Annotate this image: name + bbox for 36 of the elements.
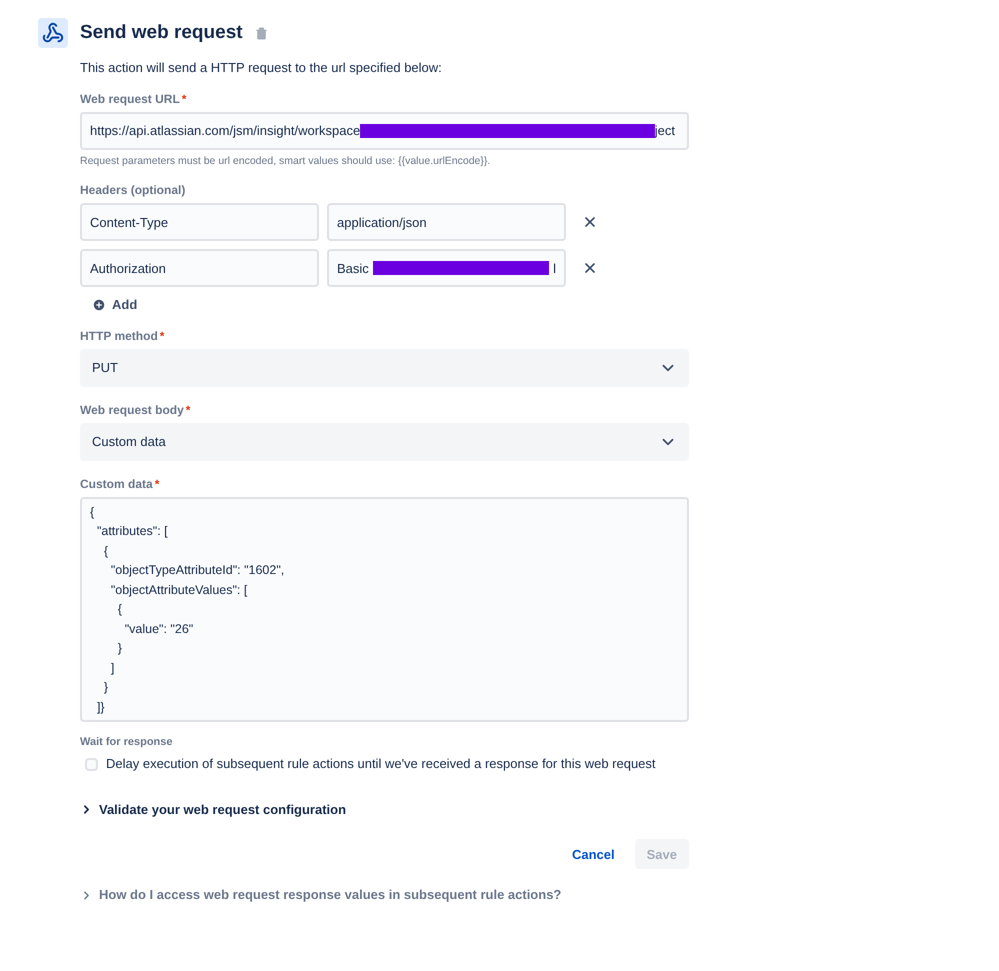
help-text: Request parameters must be url encoded, smart values should use: {{value.urlEncode}}.	[80, 154, 492, 168]
field-label: Headers (optional)	[80, 182, 186, 200]
header-value: Basic	[337, 260, 369, 278]
header-name-field[interactable]: Content-Type	[80, 203, 319, 242]
help-toggle[interactable]: How do I access web request response values in subsequent rule actions?	[80, 885, 562, 905]
checkbox-label: Delay execution of subsequent rule actions until we've received a response for this web request	[106, 755, 656, 774]
page-title: Send web request	[80, 20, 243, 45]
required-mark: *	[160, 328, 164, 345]
field-label: Wait for response	[80, 734, 174, 750]
header-value-field[interactable]: application/json	[327, 203, 566, 242]
header-value-field[interactable]: Basic l	[327, 249, 566, 288]
checkbox[interactable]	[85, 758, 98, 770]
header-value: l	[553, 260, 556, 278]
select-dropdown[interactable]: PUT	[80, 348, 689, 387]
code-textarea[interactable]: { "attributes": [ { "objectTypeAttributeId": "1602", "objectAttributeValues": [ { "value": "26" } ] } ]}	[80, 496, 689, 722]
field-label: Web request URL	[80, 90, 180, 108]
validate-toggle[interactable]: Validate your web request configuration	[80, 800, 346, 820]
field-label: Custom data	[80, 476, 153, 493]
trash-icon	[254, 26, 268, 40]
select-value: PUT	[92, 359, 118, 377]
required-mark: *	[154, 476, 160, 493]
header-name: Content-Type	[90, 214, 168, 232]
header-name-field[interactable]: Authorization	[80, 249, 319, 288]
header-name: Authorization	[90, 260, 166, 278]
url-value: https://api.atlassian.com/jsm/insight/workspace	[90, 122, 360, 140]
header-value: application/json	[337, 214, 427, 232]
required-mark: *	[182, 90, 186, 108]
add-button[interactable]: Add	[92, 295, 138, 315]
field-label: HTTP method	[80, 328, 158, 345]
plus-icon	[92, 298, 106, 312]
description: This action will send a HTTP request to the url specified below:	[80, 59, 443, 77]
cancel-button[interactable]: Cancel	[560, 839, 627, 870]
required-mark: *	[186, 402, 190, 419]
field-label: Web request body	[80, 402, 184, 419]
select-dropdown[interactable]: Custom data	[80, 422, 689, 461]
select-value: Custom data	[92, 433, 166, 451]
